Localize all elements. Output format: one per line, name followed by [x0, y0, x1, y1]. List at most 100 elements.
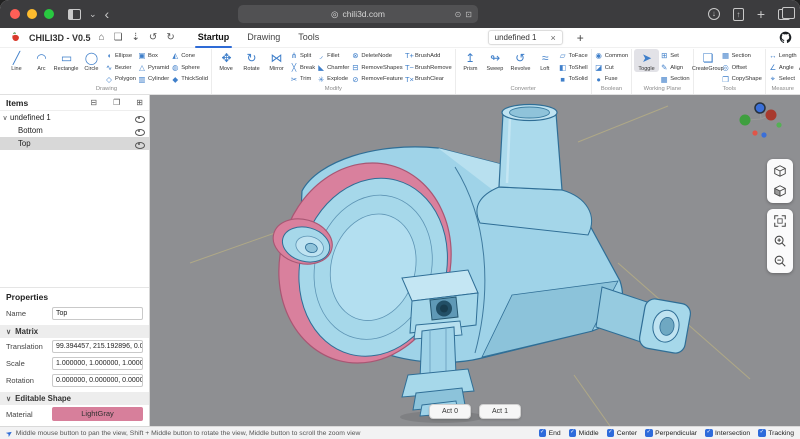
remove-shapes-button[interactable]: ⊟RemoveShapes [350, 62, 404, 74]
prism-button[interactable]: ↥Prism [458, 49, 483, 72]
undo-icon[interactable]: ↺ [149, 32, 157, 43]
common-button[interactable]: ◉Common [594, 50, 630, 62]
download-icon[interactable]: ⇣ [132, 32, 140, 43]
close-window-button[interactable] [10, 9, 20, 19]
document-tab[interactable]: undefined 1 × [488, 30, 563, 45]
checkbox-icon[interactable]: ✓ [539, 429, 547, 437]
cone-button[interactable]: ◭Cone [170, 50, 209, 62]
name-field[interactable]: Top [52, 307, 143, 320]
fillet-button[interactable]: ◞Fillet [316, 50, 350, 62]
chamfer-button[interactable]: ◣Chamfer [316, 62, 350, 74]
home-icon[interactable]: ⌂ [99, 32, 105, 43]
snap-end[interactable]: ✓End [539, 429, 561, 437]
viewport-3d[interactable]: Act 0Act 1 [150, 95, 800, 426]
model-3d[interactable] [150, 95, 800, 426]
checkbox-icon[interactable]: ✓ [645, 429, 653, 437]
site-permission-icon[interactable]: ⊙ [455, 10, 462, 19]
section-button[interactable]: ▦Section [721, 50, 763, 62]
revolve-button[interactable]: ↺Revolve [508, 49, 533, 72]
chevron-down-icon[interactable]: ⌄ [89, 0, 97, 28]
explode-button[interactable]: ✳Explode [316, 73, 350, 85]
rotation-field[interactable]: 0.000000, 0.000000, 0.000000 [52, 374, 143, 387]
save-icon[interactable]: ❏ [114, 32, 123, 43]
visibility-eye-icon[interactable] [134, 126, 144, 136]
site-permission-icon[interactable]: ⊡ [465, 10, 472, 19]
snap-perpendicular[interactable]: ✓Perpendicular [645, 429, 697, 437]
gizmo-y-neg[interactable] [776, 122, 781, 127]
to-face-button[interactable]: ▱ToFace [558, 50, 589, 62]
collapse-all-icon[interactable]: ⊟ [90, 98, 97, 107]
new-tab-button[interactable]: + [757, 0, 765, 28]
select-button[interactable]: ⌖Select [768, 73, 798, 85]
perspective-cube-button[interactable] [769, 161, 791, 181]
sphere-button[interactable]: ◍Sphere [170, 62, 209, 74]
polygon-button[interactable]: ◇Polygon [104, 73, 137, 85]
minimize-window-button[interactable] [27, 9, 37, 19]
chevron-down-icon[interactable]: ∨ [0, 114, 10, 122]
tab-tools[interactable]: Tools [289, 28, 328, 48]
ellipse-button[interactable]: ◖Ellipse [104, 50, 137, 62]
box-button[interactable]: ▣Box [137, 50, 170, 62]
tree-item-undefined-1[interactable]: ∨undefined 1 [0, 111, 149, 124]
cut-button[interactable]: ◪Cut [594, 62, 630, 74]
circle-button[interactable]: ◯Circle [79, 49, 104, 72]
visibility-eye-icon[interactable] [134, 113, 144, 123]
create-group-button[interactable]: ❏CreateGroup [696, 49, 721, 72]
checkbox-icon[interactable]: ✓ [569, 429, 577, 437]
flange-plate[interactable] [638, 297, 692, 354]
break-button[interactable]: ╳Break [289, 62, 316, 74]
sweep-button[interactable]: ↬Sweep [483, 49, 508, 72]
brush-clear-button[interactable]: T×BrushClear [404, 73, 453, 85]
align-button[interactable]: ✎Align [659, 62, 690, 74]
tab-drawing[interactable]: Drawing [238, 28, 289, 48]
rotate-button[interactable]: ↻Rotate [239, 49, 264, 72]
new-document-button[interactable]: + [577, 31, 584, 45]
length-button[interactable]: ↔Length [768, 50, 798, 62]
act-0-button[interactable]: Act 0 [429, 404, 471, 419]
browser-sidebar-icon[interactable] [68, 9, 81, 20]
orientation-gizmo[interactable] [728, 101, 788, 143]
new-group-icon[interactable]: ❐ [113, 98, 120, 107]
trim-button[interactable]: ✂Trim [289, 73, 316, 85]
to-shell-button[interactable]: ◧ToShell [558, 62, 589, 74]
delete-node-button[interactable]: ⊗DeleteNode [350, 50, 404, 62]
downloads-button[interactable]: ↓ [708, 8, 720, 20]
line-button[interactable]: ╱Line [4, 49, 29, 72]
redo-icon[interactable]: ↻ [166, 32, 174, 43]
set-button[interactable]: ⊞Set [659, 50, 690, 62]
zoom-in-button[interactable] [769, 231, 791, 251]
brush-remove-button[interactable]: T−BrushRemove [404, 62, 453, 74]
mirror-button[interactable]: ⋈Mirror [264, 49, 289, 72]
back-button[interactable]: ‹ [105, 0, 110, 28]
checkbox-icon[interactable]: ✓ [607, 429, 615, 437]
gizmo-z-neg[interactable] [761, 132, 766, 137]
brush-add-button[interactable]: T+BrushAdd [404, 50, 453, 62]
github-icon[interactable] [779, 31, 792, 44]
offset-button[interactable]: ◎Offset [721, 62, 763, 74]
snap-intersection[interactable]: ✓Intersection [705, 429, 750, 437]
loft-button[interactable]: ≈Loft [533, 49, 558, 72]
visibility-eye-icon[interactable] [134, 139, 144, 149]
snap-tracking[interactable]: ✓Tracking [758, 429, 794, 437]
expand-panel-icon[interactable]: ⊞ [136, 98, 143, 107]
rectangle-button[interactable]: ▭Rectangle [54, 49, 79, 72]
editable-shape-section-header[interactable]: ∨ Editable Shape [0, 392, 149, 405]
material-button[interactable]: LightGray [52, 407, 143, 421]
scale-field[interactable]: 1.000000, 1.000000, 1.000000 [52, 357, 143, 370]
fuse-button[interactable]: ●Fuse [594, 73, 630, 85]
site-permission-icons[interactable]: ⊙⊡ [455, 10, 472, 19]
thick-solid-button[interactable]: ◆ThickSolid [170, 73, 209, 85]
checkbox-icon[interactable]: ✓ [758, 429, 766, 437]
split-button[interactable]: ⋔Split [289, 50, 316, 62]
shaded-cube-button[interactable] [769, 181, 791, 201]
to-solid-button[interactable]: ■ToSolid [558, 73, 589, 85]
checkbox-icon[interactable]: ✓ [705, 429, 713, 437]
cylinder-button[interactable]: ▥Cylinder [137, 73, 170, 85]
gizmo-x-axis[interactable] [766, 110, 777, 121]
copy-shape-button[interactable]: ❐CopyShape [721, 73, 763, 85]
bezier-button[interactable]: ∿Bezier [104, 62, 137, 74]
snap-center[interactable]: ✓Center [607, 429, 637, 437]
section-button[interactable]: ▦Section [659, 73, 690, 85]
zoom-to-fit-button[interactable] [769, 211, 791, 231]
address-bar[interactable]: ◎ chili3d.com ⊙⊡ [238, 5, 478, 23]
